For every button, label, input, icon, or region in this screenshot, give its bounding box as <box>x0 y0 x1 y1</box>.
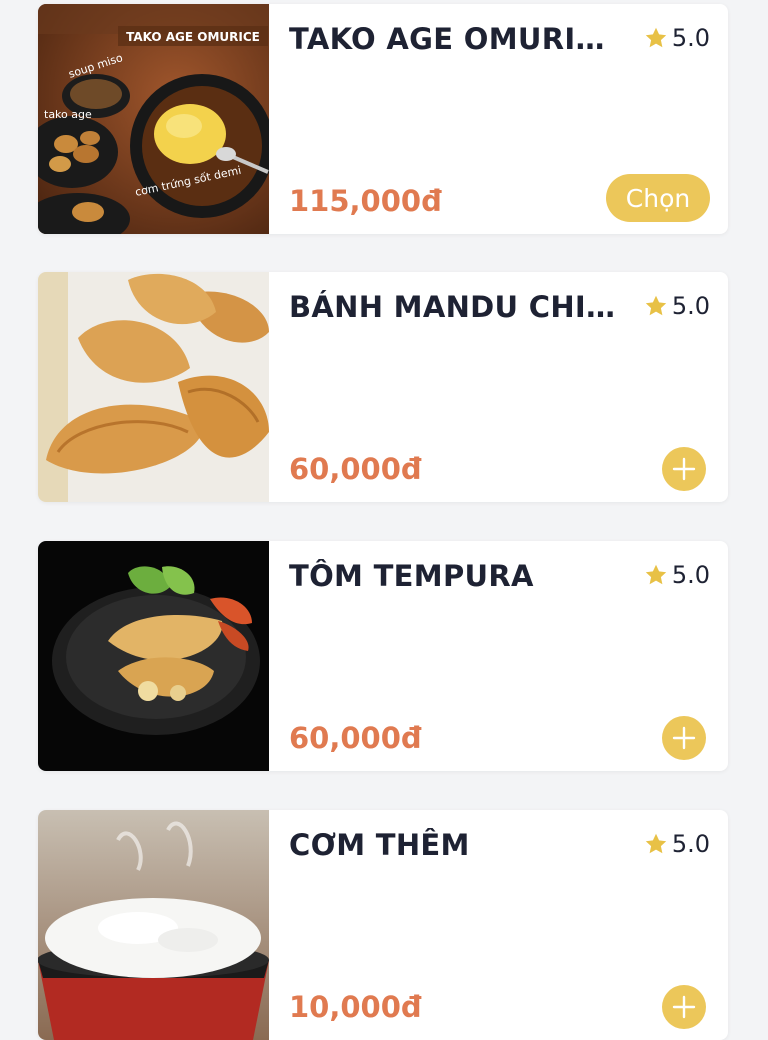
menu-item-card[interactable]: BÁNH MANDU CHIÊN 5.0 60,000đ <box>38 272 728 502</box>
item-rating: 5.0 <box>644 24 710 52</box>
menu-item-card[interactable]: TAKO AGE OMURICE soup miso tako age cơm … <box>38 4 728 234</box>
food-image <box>38 810 269 1040</box>
plus-icon <box>671 725 697 751</box>
item-price: 60,000đ <box>289 452 422 486</box>
add-button[interactable] <box>662 985 706 1029</box>
rating-value: 5.0 <box>671 292 710 320</box>
rating-value: 5.0 <box>671 24 710 52</box>
item-rating: 5.0 <box>644 292 710 320</box>
item-name: TAKO AGE OMURICE… <box>289 22 619 56</box>
plus-icon <box>671 994 697 1020</box>
item-name: BÁNH MANDU CHIÊN <box>289 290 619 324</box>
item-rating: 5.0 <box>644 561 710 589</box>
item-price: 10,000đ <box>289 990 422 1024</box>
item-price: 115,000đ <box>289 184 442 218</box>
image-title-text: TAKO AGE OMURICE <box>126 30 260 44</box>
item-price: 60,000đ <box>289 721 422 755</box>
add-button[interactable] <box>662 447 706 491</box>
star-icon <box>644 563 668 587</box>
star-icon <box>644 832 668 856</box>
food-image: TAKO AGE OMURICE soup miso tako age cơm … <box>38 4 269 234</box>
food-image <box>38 541 269 771</box>
choose-button[interactable]: Chọn <box>606 174 710 222</box>
plus-icon <box>671 456 697 482</box>
menu-item-card[interactable]: TÔM TEMPURA 5.0 60,000đ <box>38 541 728 771</box>
rating-value: 5.0 <box>671 830 710 858</box>
food-image <box>38 272 269 502</box>
item-rating: 5.0 <box>644 830 710 858</box>
item-name: TÔM TEMPURA <box>289 559 534 593</box>
add-button[interactable] <box>662 716 706 760</box>
rating-value: 5.0 <box>671 561 710 589</box>
image-tako-label: tako age <box>44 108 92 121</box>
star-icon <box>644 26 668 50</box>
item-name: CƠM THÊM <box>289 828 470 862</box>
menu-item-card[interactable]: CƠM THÊM 5.0 10,000đ <box>38 810 728 1040</box>
star-icon <box>644 294 668 318</box>
